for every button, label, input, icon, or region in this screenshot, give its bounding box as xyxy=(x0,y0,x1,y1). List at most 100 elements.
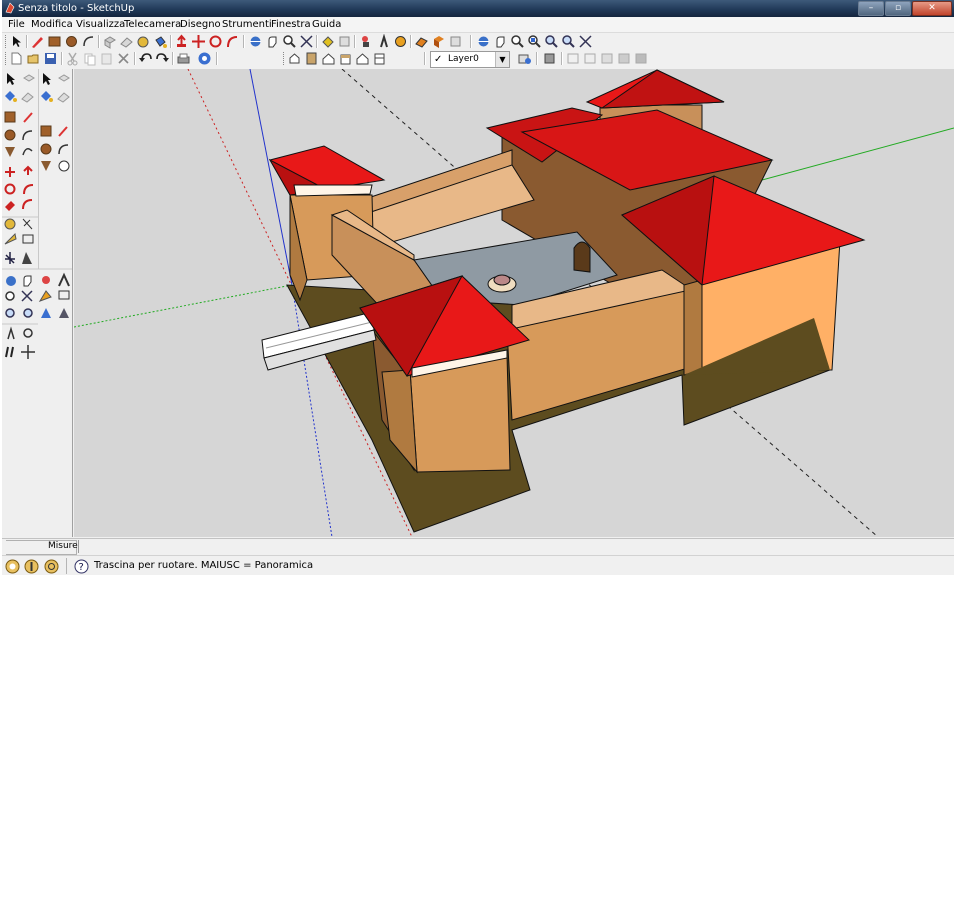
follow-me-icon xyxy=(23,184,34,195)
pencil-icon[interactable] xyxy=(30,34,45,49)
section-plane-icon xyxy=(58,290,70,300)
castle-model-drawing[interactable] xyxy=(74,69,954,537)
orbit-icon[interactable] xyxy=(248,34,263,49)
move-icon[interactable] xyxy=(191,34,206,49)
previous-view-icon[interactable] xyxy=(320,34,335,49)
zoom-icon[interactable] xyxy=(282,34,297,49)
menu-modifica[interactable]: Modifica xyxy=(31,18,73,31)
geolocation-icon[interactable] xyxy=(5,559,20,574)
layer-name: Layer0 xyxy=(448,54,479,64)
select-icon xyxy=(7,73,15,85)
right-view-icon[interactable] xyxy=(338,51,353,66)
arc-icon xyxy=(22,130,33,141)
tape-measure-icon[interactable] xyxy=(136,34,151,49)
pan-icon xyxy=(23,275,32,287)
maximize-button[interactable]: ▫ xyxy=(885,1,911,16)
chevron-down-icon[interactable]: ▼ xyxy=(495,52,509,67)
back-view-icon[interactable] xyxy=(355,51,370,66)
window-title: Senza titolo - SketchUp xyxy=(18,3,135,14)
monochrome-icon[interactable] xyxy=(634,51,649,66)
zoom-window-icon[interactable] xyxy=(527,34,542,49)
shaded-icon[interactable] xyxy=(600,51,615,66)
3d-viewport[interactable] xyxy=(74,69,954,537)
title-bar: Senza titolo - SketchUp – ▫ ✕ xyxy=(2,0,954,17)
tool-palette-icons[interactable] xyxy=(2,69,72,369)
top-view-icon[interactable] xyxy=(304,51,319,66)
copy-icon[interactable] xyxy=(82,51,97,66)
measurements-label: Misure xyxy=(48,541,78,551)
instructor-icon[interactable] xyxy=(44,559,59,574)
layer-dropdown[interactable]: ✓ Layer0 ▼ xyxy=(430,51,510,68)
model-info-icon[interactable] xyxy=(197,51,212,66)
menu-file[interactable]: File xyxy=(8,18,25,31)
circle-icon[interactable] xyxy=(64,34,79,49)
hidden-line-icon[interactable] xyxy=(583,51,598,66)
orbit-icon-2[interactable] xyxy=(476,34,491,49)
polygon-icon-2 xyxy=(41,161,51,171)
menu-visualizza[interactable]: Visualizza xyxy=(76,18,125,31)
offset-icon xyxy=(58,160,70,172)
menu-guida[interactable]: Guida xyxy=(312,18,341,31)
current-layer-check-icon: ✓ xyxy=(434,54,443,65)
iso-view-icon[interactable] xyxy=(431,34,446,49)
help-icon[interactable]: ? xyxy=(74,559,89,574)
rotate-icon[interactable] xyxy=(208,34,223,49)
section-icon[interactable] xyxy=(414,34,429,49)
offset-icon-2 xyxy=(22,199,33,210)
look-around-icon[interactable] xyxy=(393,34,408,49)
credits-icon[interactable] xyxy=(24,559,39,574)
dimension-icon xyxy=(22,218,33,230)
measurements-input[interactable] xyxy=(78,540,951,553)
eraser-icon[interactable] xyxy=(119,34,134,49)
close-button[interactable]: ✕ xyxy=(912,1,952,16)
paste-icon[interactable] xyxy=(99,51,114,66)
zoom-icon-2[interactable] xyxy=(510,34,525,49)
line-icon-2 xyxy=(58,126,68,137)
next-view-icon[interactable] xyxy=(337,34,352,49)
zoom-extents-icon[interactable] xyxy=(299,34,314,49)
wireframe-icon[interactable] xyxy=(566,51,581,66)
previous-view-icon-2[interactable] xyxy=(561,34,576,49)
undo-icon[interactable] xyxy=(138,51,153,66)
menu-telecamera[interactable]: Telecamera xyxy=(124,18,181,31)
next-view-icon-2[interactable] xyxy=(578,34,593,49)
layer-manager-icon[interactable] xyxy=(517,51,532,66)
front-view-icon[interactable] xyxy=(321,51,336,66)
menu-finestra[interactable]: Finestra xyxy=(271,18,311,31)
print-icon[interactable] xyxy=(176,51,191,66)
position-camera-icon-2 xyxy=(7,326,15,340)
position-camera-icon[interactable] xyxy=(359,34,374,49)
left-view-icon[interactable] xyxy=(372,51,387,66)
xray-icon[interactable] xyxy=(542,51,557,66)
zoom-extents-icon-2[interactable] xyxy=(544,34,559,49)
new-icon[interactable] xyxy=(9,51,24,66)
follow-me-icon[interactable] xyxy=(225,34,240,49)
minimize-button[interactable]: – xyxy=(858,1,884,16)
menu-strumenti[interactable]: Strumenti xyxy=(222,18,272,31)
redo-icon[interactable] xyxy=(155,51,170,66)
select-icon[interactable] xyxy=(9,34,24,49)
pan-icon[interactable] xyxy=(265,34,280,49)
make-component-icon[interactable] xyxy=(102,34,117,49)
rotate-icon xyxy=(4,183,16,195)
textured-icon[interactable] xyxy=(617,51,632,66)
eraser-icon-2 xyxy=(57,92,70,103)
arc-icon[interactable] xyxy=(81,34,96,49)
menu-disegno[interactable]: Disegno xyxy=(180,18,221,31)
pan-icon-2[interactable] xyxy=(493,34,508,49)
push-pull-icon[interactable] xyxy=(174,34,189,49)
walk-icon[interactable] xyxy=(376,34,391,49)
look-around-icon-2 xyxy=(23,328,33,338)
iso-view-icon[interactable] xyxy=(287,51,302,66)
delete-icon[interactable] xyxy=(116,51,131,66)
circle-icon xyxy=(4,129,16,141)
paint-bucket-icon[interactable] xyxy=(153,34,168,49)
cut-icon[interactable] xyxy=(65,51,80,66)
open-icon[interactable] xyxy=(26,51,41,66)
top-view-icon[interactable] xyxy=(448,34,463,49)
save-icon[interactable] xyxy=(43,51,58,66)
zoom-window-icon xyxy=(21,290,33,302)
walk-icon-2 xyxy=(41,308,51,318)
tape-measure-icon xyxy=(4,218,16,230)
rectangle-icon[interactable] xyxy=(47,34,62,49)
